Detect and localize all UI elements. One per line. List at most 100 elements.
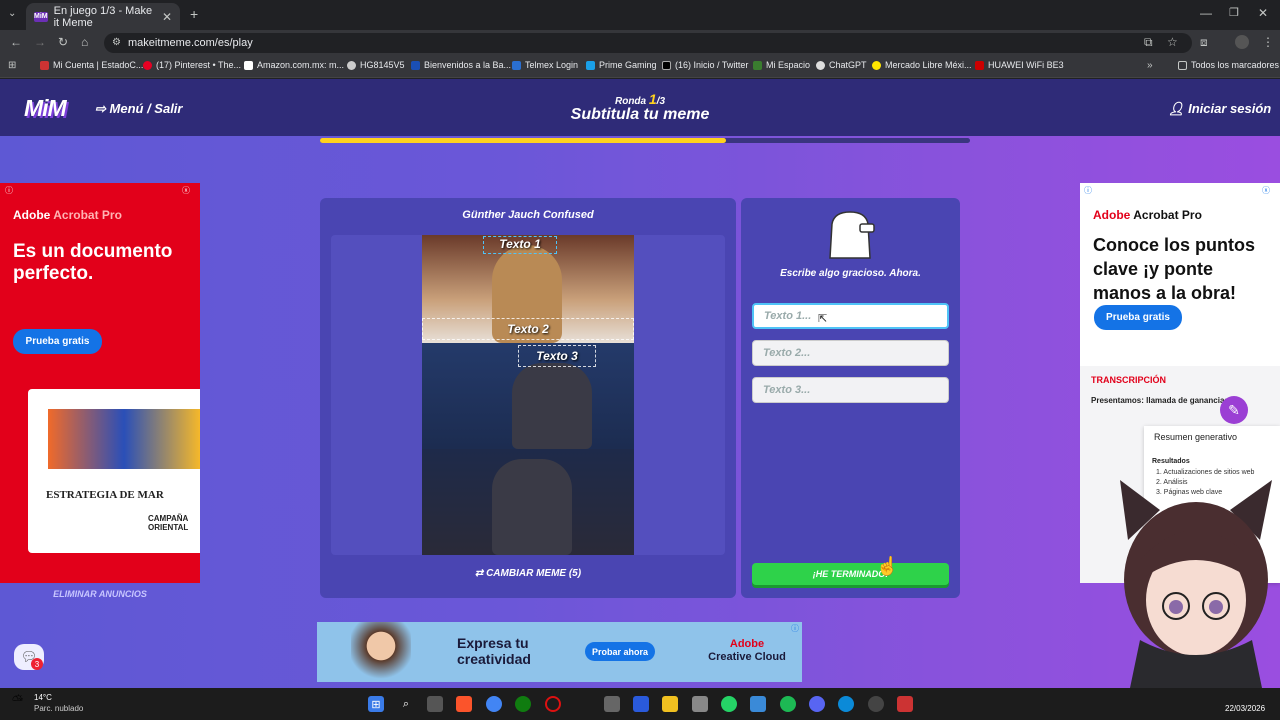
- site-info-icon[interactable]: ⚙: [112, 37, 121, 48]
- ad-left[interactable]: ⓘ ⓧ Adobe Acrobat Pro Es un documento pe…: [0, 183, 200, 583]
- bookmark-item[interactable]: Bienvenidos a la Ba...: [411, 60, 511, 70]
- bookmark-star-icon[interactable]: ☆: [1167, 35, 1178, 49]
- browser-menu-icon[interactable]: ⋮: [1262, 35, 1274, 49]
- change-meme-button[interactable]: ⇄ CAMBIAR MEME (5): [320, 568, 736, 579]
- ai-assistant-icon: ✎: [1220, 396, 1248, 424]
- edge-icon[interactable]: [838, 696, 854, 712]
- login-button[interactable]: 👤︎ Iniciar sesión: [1168, 101, 1271, 117]
- bookmark-item[interactable]: Mi Espacio: [753, 60, 810, 70]
- spotify-icon[interactable]: [780, 696, 796, 712]
- round-current: 1: [648, 91, 657, 107]
- restore-icon[interactable]: ❐: [1229, 6, 1239, 19]
- weather-desc: Parc. nublado: [34, 704, 84, 713]
- all-bookmarks-folder[interactable]: Todos los marcadores: [1178, 60, 1279, 70]
- forward-icon[interactable]: →: [34, 35, 46, 49]
- home-icon[interactable]: ⌂: [81, 35, 88, 49]
- meme-figure-man-close: [492, 459, 572, 555]
- mascot-icon: [826, 210, 876, 260]
- editor-icon[interactable]: [633, 696, 649, 712]
- whatsapp-icon[interactable]: [721, 696, 737, 712]
- ad-cta-button[interactable]: Prueba gratis: [13, 329, 102, 354]
- ad-doc-side: CAMPAÑA ORIENTAL: [148, 514, 189, 532]
- profile-avatar[interactable]: [1235, 35, 1249, 49]
- reload-icon[interactable]: ↻: [58, 35, 68, 49]
- ad-doc-heading: ESTRATEGIA DE MAR: [46, 489, 164, 501]
- app-icon-red[interactable]: [897, 696, 913, 712]
- back-icon[interactable]: ←: [10, 35, 22, 49]
- ad-sub-label: Presentamos: llamada de ganancias: [1091, 396, 1229, 405]
- app-icon[interactable]: [604, 696, 620, 712]
- ad-brand-name: Adobe: [13, 208, 51, 222]
- ad-cta-button[interactable]: Prueba gratis: [1094, 305, 1182, 330]
- bookmark-item[interactable]: Amazon.com.mx: m...: [244, 60, 344, 70]
- bookmark-item[interactable]: Mercado Libre Méxi...: [872, 60, 972, 70]
- meme-text-box-1[interactable]: Texto 1: [483, 236, 557, 254]
- close-window-icon[interactable]: ✕: [1258, 6, 1268, 20]
- xbox-icon[interactable]: [515, 696, 531, 712]
- menu-exit-button[interactable]: ⇨ Menú / Salir: [95, 101, 182, 117]
- ad-brand: Adobe Acrobat Pro: [1093, 208, 1202, 222]
- brave-icon[interactable]: [456, 696, 472, 712]
- bookmark-item[interactable]: (17) Pinterest • The...: [143, 60, 241, 70]
- tab-list-icon[interactable]: ⌄: [8, 8, 16, 19]
- ad-choices-icon[interactable]: ⓘ: [791, 623, 799, 634]
- round-progress-fill: [320, 138, 727, 143]
- opera-icon[interactable]: [545, 696, 561, 712]
- search-icon[interactable]: ⌕: [398, 696, 414, 712]
- taskbar-date[interactable]: 22/03/2026: [1225, 704, 1265, 713]
- bookmark-item[interactable]: Prime Gaming: [586, 60, 657, 70]
- chrome-icon[interactable]: [486, 696, 502, 712]
- banner-brand-name: Adobe: [729, 638, 765, 650]
- apps-icon[interactable]: ⊞: [8, 60, 16, 71]
- file-explorer-icon[interactable]: [662, 696, 678, 712]
- text3-input[interactable]: Texto 3...: [752, 377, 949, 403]
- ad-result-1: 1. Actualizaciones de sitios web: [1156, 469, 1255, 476]
- meme-image: [422, 235, 634, 555]
- discord-icon[interactable]: [809, 696, 825, 712]
- site-logo[interactable]: MiM: [24, 95, 67, 122]
- new-tab-icon[interactable]: +: [190, 6, 198, 22]
- banner-brand: Adobe Creative Cloud: [697, 638, 797, 664]
- task-view-icon[interactable]: [427, 696, 443, 712]
- minimize-icon[interactable]: —: [1200, 6, 1212, 20]
- ad-choices-icon[interactable]: ⓘ: [1084, 185, 1092, 196]
- meme-figure-man: [512, 363, 592, 449]
- bookmark-item[interactable]: Mi Cuenta | EstadoC...: [40, 60, 143, 70]
- meme-title: Günther Jauch Confused: [462, 209, 594, 221]
- chat-badge: 3: [31, 658, 43, 670]
- streamer-avatar: [1110, 480, 1280, 688]
- ad-banner-bottom[interactable]: Expresa tu creatividad Probar ahora Adob…: [317, 622, 802, 682]
- bookmark-item[interactable]: HUAWEI WiFi BE3: [975, 60, 1064, 70]
- bookmark-item[interactable]: Telmex Login: [512, 60, 578, 70]
- close-tab-icon[interactable]: ✕: [162, 10, 172, 24]
- banner-product: Creative Cloud: [708, 651, 786, 663]
- text1-input[interactable]: Texto 1...: [752, 303, 949, 329]
- login-label: Iniciar sesión: [1188, 101, 1272, 116]
- done-button[interactable]: ¡HE TERMINADO!: [752, 563, 949, 585]
- banner-portrait: [351, 622, 411, 682]
- ad-close-icon[interactable]: ⓧ: [1262, 185, 1270, 196]
- obs-icon[interactable]: [868, 696, 884, 712]
- ad-close-icon[interactable]: ⓧ: [182, 185, 190, 196]
- text2-input[interactable]: Texto 2...: [752, 340, 949, 366]
- ad-headline: Conoce los puntos clave ¡y ponte manos a…: [1093, 235, 1255, 303]
- browser-tab[interactable]: MiM En juego 1/3 - Make it Meme ✕: [26, 3, 180, 30]
- extensions-icon[interactable]: ⧈: [1200, 35, 1208, 50]
- banner-cta-button[interactable]: Probar ahora: [585, 642, 655, 661]
- bookmarks-overflow-icon[interactable]: »: [1147, 60, 1153, 71]
- weather-temp[interactable]: 14°C: [34, 693, 52, 702]
- start-icon[interactable]: ⊞: [368, 696, 384, 712]
- photos-icon[interactable]: [750, 696, 766, 712]
- tool-icon[interactable]: [692, 696, 708, 712]
- ad-choices-icon[interactable]: ⓘ: [5, 185, 13, 196]
- exit-icon: ⇨: [95, 101, 110, 116]
- meme-text-box-3[interactable]: Texto 3: [518, 345, 596, 367]
- meme-text-box-2[interactable]: Texto 2: [422, 318, 634, 340]
- url-text: makeitmeme.com/es/play: [128, 37, 253, 49]
- url-field[interactable]: makeitmeme.com/es/play: [104, 33, 1192, 53]
- bookmark-item[interactable]: ChatGPT: [816, 60, 867, 70]
- cast-icon[interactable]: ⧉: [1144, 35, 1153, 50]
- remove-ads-link[interactable]: ELIMINAR ANUNCIOS: [0, 589, 200, 599]
- bookmark-item[interactable]: (16) Inicio / Twitter: [662, 60, 748, 70]
- bookmark-item[interactable]: HG8145V5: [347, 60, 405, 70]
